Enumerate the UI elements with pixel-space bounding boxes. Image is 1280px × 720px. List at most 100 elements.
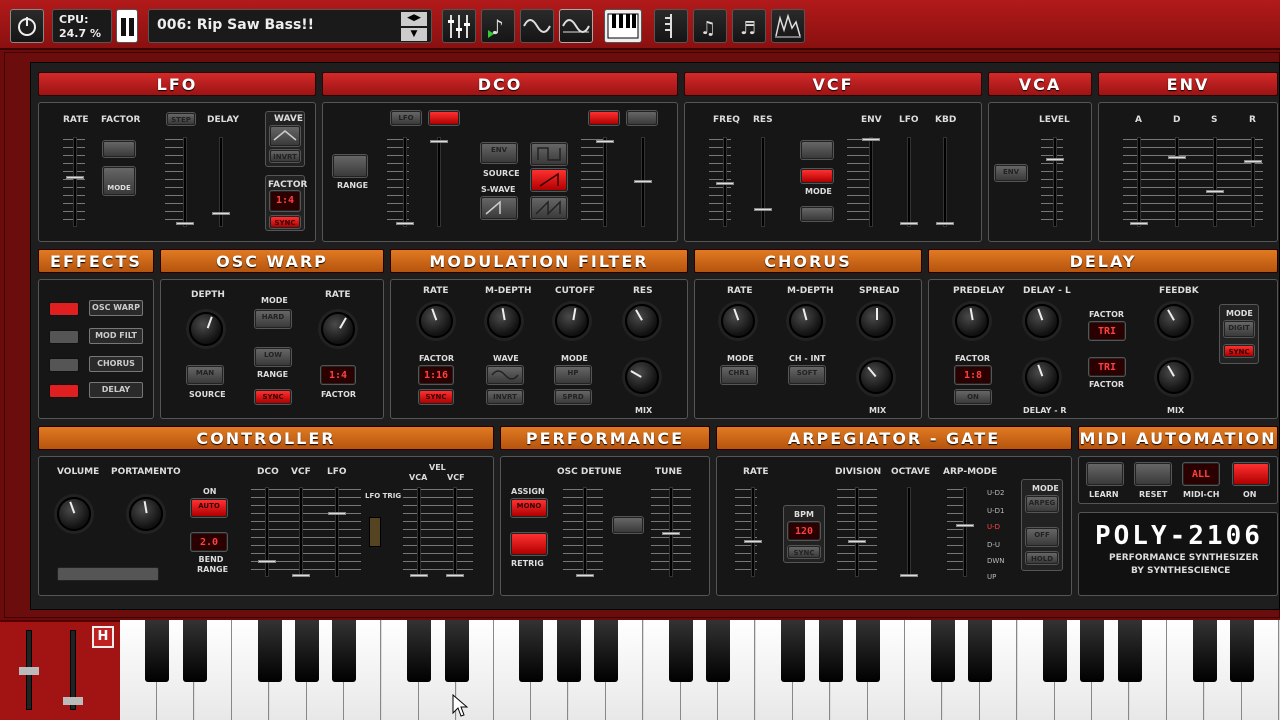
controller-vcf-fader[interactable] <box>292 487 310 577</box>
controller-auto-button[interactable]: AUTO <box>191 499 227 517</box>
midi-ch-display[interactable]: ALL <box>1183 463 1219 485</box>
controller-lfo-fader[interactable] <box>328 487 346 577</box>
performance-detune-fader[interactable] <box>576 487 594 577</box>
delay-mix-knob[interactable] <box>1157 360 1191 394</box>
arp-bpm-display[interactable]: 120 <box>788 522 820 540</box>
delay-l-knob[interactable] <box>1025 304 1059 338</box>
mod-filter-spread-button[interactable]: SPRD <box>555 390 591 404</box>
mod-filter-cutoff-knob[interactable] <box>555 304 589 338</box>
midi-learn-button[interactable] <box>1087 463 1123 485</box>
mod-filter-rate-knob[interactable] <box>419 304 453 338</box>
lfo-trig-led[interactable] <box>369 517 381 547</box>
arp-octave-fader[interactable] <box>900 487 918 577</box>
effect-osc-warp-toggle[interactable] <box>49 302 79 316</box>
dco-lfo-button[interactable]: LFO <box>391 111 421 125</box>
chorus-mdepth-knob[interactable] <box>789 304 823 338</box>
arp-rate-fader[interactable] <box>744 487 762 577</box>
midi-reset-button[interactable] <box>1135 463 1171 485</box>
dco-pwm-fader[interactable] <box>430 137 448 227</box>
black-key[interactable] <box>145 620 170 682</box>
black-key[interactable] <box>594 620 619 682</box>
black-key[interactable] <box>968 620 993 682</box>
arp-division-fader[interactable] <box>848 487 866 577</box>
mod-wheel[interactable] <box>63 630 83 710</box>
delay-r-knob[interactable] <box>1025 360 1059 394</box>
dco-noise-button[interactable] <box>627 111 657 125</box>
delay-tri-l-display[interactable]: TRI <box>1089 322 1125 340</box>
mod-filter-wave-button[interactable] <box>487 366 523 384</box>
mod-filter-mix-knob[interactable] <box>625 360 659 394</box>
vcf-lfo-fader[interactable] <box>900 137 918 227</box>
osc-warp-source-button[interactable]: MAN <box>187 366 223 384</box>
vcf-env-polarity-button[interactable] <box>801 141 833 159</box>
lfo-mode-button[interactable]: MODE <box>103 167 135 195</box>
preset-menu-button[interactable]: ▼ <box>401 28 427 41</box>
dco-square-button[interactable] <box>531 143 567 165</box>
delay-tri-r-display[interactable]: TRI <box>1089 358 1125 376</box>
vcf-env-fader[interactable] <box>862 137 880 227</box>
controller-portamento-knob[interactable] <box>129 497 163 531</box>
notes-view-button[interactable]: ♫ <box>693 9 727 43</box>
delay-mode-button[interactable]: DIGIT <box>1224 321 1254 337</box>
effect-mod-filt-toggle[interactable] <box>49 330 79 344</box>
black-key[interactable] <box>930 620 955 682</box>
lfo-wave-button[interactable] <box>270 126 300 146</box>
osc-warp-rate-knob[interactable] <box>321 312 355 346</box>
play-note-button[interactable]: ♪ <box>481 9 515 43</box>
arp-sync-button[interactable]: SYNC <box>788 546 820 558</box>
mod-filter-sync-button[interactable]: SYNC <box>419 390 453 404</box>
osc-warp-sync-button[interactable]: SYNC <box>255 390 291 404</box>
env-a-fader[interactable] <box>1130 137 1148 227</box>
mod-filter-mdepth-knob[interactable] <box>487 304 521 338</box>
delay-on-button[interactable]: ON <box>955 390 991 404</box>
keyboard-view-button[interactable] <box>604 9 642 43</box>
analyzer-button[interactable] <box>771 9 805 43</box>
piano-keyboard[interactable] <box>120 620 1280 720</box>
performance-mono-button[interactable]: MONO <box>511 499 547 517</box>
osc-warp-range-button[interactable]: LOW <box>255 348 291 366</box>
pitch-wheel[interactable] <box>19 630 39 710</box>
black-key[interactable] <box>332 620 357 682</box>
dco-lfo-fader[interactable] <box>396 137 414 227</box>
lfo-factor-display[interactable]: 1:4 <box>270 191 300 211</box>
vcf-freq-fader[interactable] <box>716 137 734 227</box>
black-key[interactable] <box>781 620 806 682</box>
osc-warp-depth-knob[interactable] <box>189 312 223 346</box>
lfo-delay-fader[interactable] <box>212 137 230 227</box>
chorus-mix-knob[interactable] <box>859 360 893 394</box>
lfo-fader-2[interactable] <box>176 137 194 227</box>
chorus-chint-button[interactable]: SOFT <box>789 366 825 384</box>
env-r-fader[interactable] <box>1244 137 1262 227</box>
delay-predelay-knob[interactable] <box>955 304 989 338</box>
dco-sub-fader[interactable] <box>596 137 614 227</box>
black-key[interactable] <box>182 620 207 682</box>
delay-factor-display[interactable]: 1:8 <box>955 366 991 384</box>
dco-sub-button[interactable] <box>589 111 619 125</box>
black-key[interactable] <box>669 620 693 682</box>
lfo-step-button[interactable]: STEP <box>167 113 195 125</box>
arp-hold-button[interactable]: HOLD <box>1026 552 1058 564</box>
effect-chorus-toggle[interactable] <box>49 358 79 372</box>
lfo-sync-button[interactable]: SYNC <box>270 216 300 228</box>
delay-feedbk-knob[interactable] <box>1157 304 1191 338</box>
black-key[interactable] <box>407 620 432 682</box>
dco-saw2-button[interactable] <box>531 197 567 219</box>
lfo-invert-button[interactable]: INVRT <box>270 150 300 162</box>
dco-pwm-button[interactable] <box>429 111 459 125</box>
dco-swave-button[interactable] <box>481 197 517 219</box>
arp-mode-fader[interactable] <box>956 487 974 577</box>
chorus-rate-knob[interactable] <box>721 304 755 338</box>
mod-filter-res-knob[interactable] <box>625 304 659 338</box>
pause-button[interactable] <box>116 9 138 43</box>
effect-delay-toggle[interactable] <box>49 384 79 398</box>
controller-vel-vca-fader[interactable] <box>410 487 428 577</box>
performance-retrig-button[interactable] <box>511 533 547 555</box>
mixer-view-button[interactable] <box>442 9 476 43</box>
black-key[interactable] <box>519 620 544 682</box>
chorus-mode-button[interactable]: CHR1 <box>721 366 757 384</box>
note-edit-button[interactable]: ♬ <box>732 9 766 43</box>
wave-view-button[interactable] <box>520 9 554 43</box>
performance-detune-switch[interactable] <box>613 517 643 533</box>
vcf-kbd-fader[interactable] <box>936 137 954 227</box>
black-key[interactable] <box>706 620 731 682</box>
